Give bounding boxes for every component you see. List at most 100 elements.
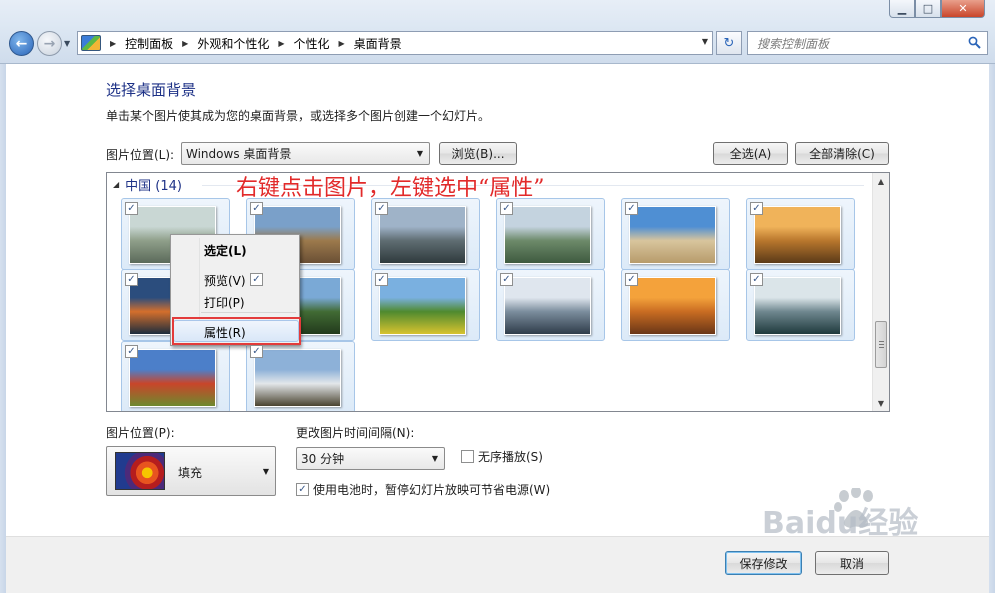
thumbnail-desert-dunes[interactable]: ✓ xyxy=(621,198,730,270)
browse-button[interactable]: 浏览(B)... xyxy=(439,142,517,165)
thumbnail-flower-fields[interactable]: ✓ xyxy=(121,341,230,411)
thumbnail-checkbox[interactable]: ✓ xyxy=(750,202,763,215)
interval-label: 更改图片时间间隔(N): xyxy=(296,426,415,440)
thumbnail-image xyxy=(504,206,591,264)
battery-checkbox[interactable]: ✓ xyxy=(296,483,309,496)
shuffle-checkbox-row[interactable]: 无序播放(S) xyxy=(461,448,543,465)
window-border-right xyxy=(989,64,995,593)
caption-buttons: ▁ □ ✕ xyxy=(889,0,985,18)
scrollbar-thumb[interactable] xyxy=(875,321,887,368)
group-name: 中国 (14) xyxy=(125,179,182,194)
breadcrumb-separator-icon[interactable]: ▶ xyxy=(110,39,116,48)
breadcrumb-desktop-background[interactable]: 桌面背景 xyxy=(354,35,402,52)
shuffle-label: 无序播放(S) xyxy=(478,450,543,464)
minimize-button[interactable]: ▁ xyxy=(889,0,915,18)
page-description: 单击某个图片使其成为您的桌面背景，或选择多个图片创建一个幻灯片。 xyxy=(106,109,491,123)
scroll-down-icon[interactable]: ▼ xyxy=(873,395,889,411)
save-button[interactable]: 保存修改 xyxy=(725,551,802,575)
tutorial-annotation: 右键点击图片，左键选中“属性” xyxy=(236,176,545,201)
thumbnail-checkbox[interactable]: ✓ xyxy=(625,202,638,215)
thumbnail-seventeen-arch-bridge[interactable]: ✓ xyxy=(746,198,855,270)
close-button[interactable]: ✕ xyxy=(941,0,985,18)
watermark-text: Baidu经验 xyxy=(762,506,918,538)
page-title: 选择桌面背景 xyxy=(106,81,197,99)
chevron-down-icon: ▼ xyxy=(431,454,438,463)
picture-location-select[interactable]: Windows 桌面背景 ▼ xyxy=(181,142,430,165)
thumbnail-checkbox[interactable]: ✓ xyxy=(125,273,138,286)
thumbnail-checkbox[interactable]: ✓ xyxy=(750,273,763,286)
scroll-up-icon[interactable]: ▲ xyxy=(873,173,889,189)
thumbnail-checkbox[interactable]: ✓ xyxy=(125,202,138,215)
annotation-highlight-box xyxy=(172,317,301,345)
thumbnail-image xyxy=(629,206,716,264)
breadcrumb-personalization[interactable]: 个性化 xyxy=(294,35,330,52)
thumbnail-checkbox[interactable]: ✓ xyxy=(250,202,263,215)
clear-all-button[interactable]: 全部清除(C) xyxy=(795,142,889,165)
position-preview-image xyxy=(115,452,165,490)
address-bar[interactable]: ▶ 控制面板 ▶ 外观和个性化 ▶ 个性化 ▶ 桌面背景 ▼ xyxy=(77,31,713,55)
thumbnail-rapeseed-fields[interactable]: ✓ xyxy=(371,269,480,341)
breadcrumb-appearance[interactable]: 外观和个性化 xyxy=(197,35,269,52)
maximize-button[interactable]: □ xyxy=(915,0,941,18)
thumbnail-misty-mountains[interactable]: ✓ xyxy=(746,269,855,341)
menu-item-select[interactable]: 选定(L) xyxy=(204,242,247,259)
thumbnail-image xyxy=(754,277,841,335)
chevron-down-icon: ▼ xyxy=(262,467,269,476)
menu-item-print[interactable]: 打印(P) xyxy=(204,294,245,311)
thumbnail-checkbox[interactable]: ✓ xyxy=(125,345,138,358)
menu-separator xyxy=(201,312,296,313)
breadcrumb-control-panel[interactable]: 控制面板 xyxy=(125,35,173,52)
battery-checkbox-row[interactable]: ✓ 使用电池时，暂停幻灯片放映可节省电源(W) xyxy=(296,481,550,498)
search-placeholder: 搜索控制面板 xyxy=(757,36,830,51)
thumbnail-rice-terraces[interactable]: ✓ xyxy=(496,198,605,270)
thumbnail-checkbox[interactable]: ✓ xyxy=(250,345,263,358)
thumbnail-image xyxy=(754,206,841,264)
breadcrumb-separator-icon[interactable]: ▶ xyxy=(278,39,284,48)
thumbnail-image xyxy=(129,349,216,407)
thumbnail-image xyxy=(379,277,466,335)
thumbnail-winter-village[interactable]: ✓ xyxy=(496,269,605,341)
window-border-left xyxy=(0,64,6,593)
collapse-group-icon[interactable]: ◢ xyxy=(113,180,119,189)
thumbnail-checkbox[interactable]: ✓ xyxy=(625,273,638,286)
thumbnail-sea-of-clouds[interactable]: ✓ xyxy=(246,341,355,411)
picture-position-select[interactable]: 填充 ▼ xyxy=(106,446,276,496)
thumbnail-image xyxy=(379,206,466,264)
refresh-button[interactable]: ↻ xyxy=(716,31,742,55)
control-panel-icon xyxy=(81,35,101,51)
address-dropdown-icon[interactable]: ▼ xyxy=(702,37,708,46)
interval-value: 30 分钟 xyxy=(301,452,345,466)
vertical-scrollbar[interactable]: ▲ ▼ xyxy=(872,173,889,411)
cancel-button[interactable]: 取消 xyxy=(815,551,889,575)
title-bar: ▁ □ ✕ ← → ▼ ▶ 控制面板 ▶ 外观和个性化 ▶ 个性化 ▶ 桌面背景… xyxy=(0,0,995,64)
select-all-button[interactable]: 全选(A) xyxy=(713,142,788,165)
recent-pages-dropdown-icon[interactable]: ▼ xyxy=(64,39,70,48)
baidu-watermark-logo: Baidu经验 xyxy=(762,488,918,538)
thumbnail-image xyxy=(629,277,716,335)
thumbnail-checkbox[interactable]: ✓ xyxy=(250,273,263,286)
thumbnail-huangshan-peaks[interactable]: ✓ xyxy=(371,198,480,270)
picture-position-value: 填充 xyxy=(178,466,203,480)
back-button[interactable]: ← xyxy=(9,31,34,56)
thumbnail-checkbox[interactable]: ✓ xyxy=(375,273,388,286)
picture-position-label: 图片位置(P): xyxy=(106,426,175,440)
shuffle-checkbox[interactable] xyxy=(461,450,474,463)
thumbnail-image xyxy=(504,277,591,335)
thumbnail-image xyxy=(254,349,341,407)
thumbnail-desert-sunset[interactable]: ✓ xyxy=(621,269,730,341)
group-header-china[interactable]: ◢ 中国 (14) xyxy=(113,175,182,194)
search-icon[interactable] xyxy=(968,36,981,49)
battery-label: 使用电池时，暂停幻灯片放映可节省电源(W) xyxy=(313,483,551,497)
chevron-down-icon: ▼ xyxy=(416,149,423,158)
menu-item-preview[interactable]: 预览(V) xyxy=(204,272,246,289)
thumbnail-checkbox[interactable]: ✓ xyxy=(500,202,513,215)
interval-select[interactable]: 30 分钟 ▼ xyxy=(296,447,445,470)
picture-location-label: 图片位置(L): xyxy=(106,148,175,162)
breadcrumb-separator-icon[interactable]: ▶ xyxy=(339,39,345,48)
search-input[interactable]: 搜索控制面板 xyxy=(747,31,988,55)
breadcrumb-separator-icon[interactable]: ▶ xyxy=(182,39,188,48)
picture-location-value: Windows 桌面背景 xyxy=(186,147,292,161)
thumbnail-checkbox[interactable]: ✓ xyxy=(500,273,513,286)
thumbnail-checkbox[interactable]: ✓ xyxy=(375,202,388,215)
forward-button[interactable]: → xyxy=(37,31,62,56)
